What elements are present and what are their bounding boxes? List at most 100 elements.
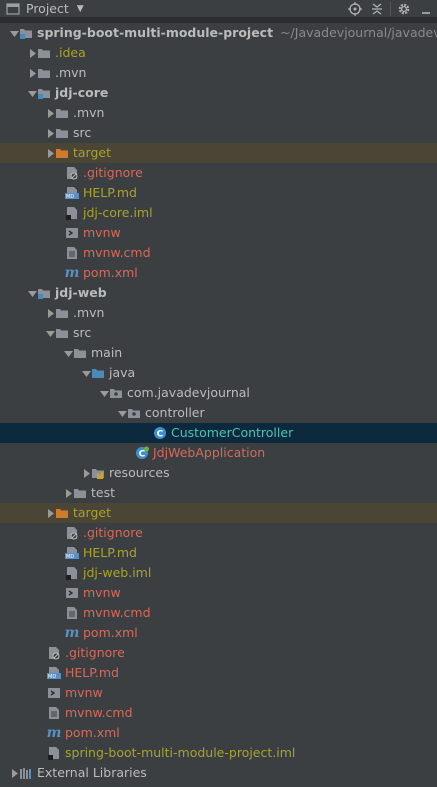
- tree-item-label: HELP.md: [65, 665, 119, 680]
- maven-icon: m: [46, 725, 62, 741]
- tree-item-label: target: [73, 505, 112, 520]
- tree-item-help-md[interactable]: MD HELP.md: [0, 183, 437, 203]
- gear-icon[interactable]: [393, 0, 415, 18]
- chevron-down-icon[interactable]: [81, 363, 91, 383]
- tree-item-mvnw[interactable]: mvnw: [0, 683, 437, 703]
- collapse-icon[interactable]: [366, 0, 388, 18]
- svg-text:MD: MD: [66, 554, 74, 560]
- chevron-right-icon[interactable]: [9, 763, 19, 783]
- maven-icon: m: [64, 625, 80, 641]
- tree-item-resources[interactable]: resources: [0, 463, 437, 483]
- hide-icon[interactable]: [415, 0, 437, 18]
- iml-file-icon: [47, 746, 61, 760]
- folder-icon: [55, 126, 69, 140]
- tree-item-label: mvnw.cmd: [83, 605, 151, 620]
- tree-item-pom-xml[interactable]: m pom.xml: [0, 263, 437, 283]
- chevron-down-icon[interactable]: [99, 383, 109, 403]
- tree-item-idea[interactable]: .idea: [0, 43, 437, 63]
- chevron-right-icon[interactable]: [81, 463, 91, 483]
- tree-item-target[interactable]: target: [0, 503, 437, 523]
- tree-item-mvn[interactable]: .mvn: [0, 103, 437, 123]
- project-icon: [6, 2, 20, 16]
- tree-item-mvnw-cmd[interactable]: mvnw.cmd: [0, 703, 437, 723]
- tree-item-external-libraries[interactable]: External Libraries: [0, 763, 437, 783]
- tree-item-help-md[interactable]: MD HELP.md: [0, 543, 437, 563]
- project-toolbar: Project ▼: [0, 0, 437, 18]
- chevron-right-icon[interactable]: [45, 303, 55, 323]
- text-file-icon: [65, 606, 79, 620]
- tree-item-gitignore[interactable]: .gitignore: [0, 523, 437, 543]
- chevron-right-icon[interactable]: [27, 43, 37, 63]
- target-icon[interactable]: [344, 0, 366, 18]
- tree-item-src[interactable]: src: [0, 323, 437, 343]
- text-file-icon: [65, 246, 79, 260]
- tree-item-mvnw[interactable]: mvnw: [0, 223, 437, 243]
- chevron-right-icon[interactable]: [27, 63, 37, 83]
- module-folder-icon: [37, 286, 51, 300]
- folder-icon: [55, 106, 69, 120]
- tree-item-label: src: [73, 125, 92, 140]
- tree-item-pom-xml[interactable]: m pom.xml: [0, 723, 437, 743]
- tree-item-label: jdj-web.iml: [83, 565, 152, 580]
- chevron-down-icon[interactable]: [9, 23, 19, 43]
- tree-item-target[interactable]: target: [0, 143, 437, 163]
- folder-icon: [73, 486, 87, 500]
- tree-item-gitignore[interactable]: .gitignore: [0, 163, 437, 183]
- tree-item-label: test: [91, 485, 116, 500]
- tree-item-test[interactable]: test: [0, 483, 437, 503]
- library-icon: [19, 766, 33, 780]
- tree-item-src[interactable]: src: [0, 123, 437, 143]
- tree-item-java[interactable]: java: [0, 363, 437, 383]
- tree-item-package[interactable]: com.javadevjournal: [0, 383, 437, 403]
- tree-item-iml[interactable]: jdj-web.iml: [0, 563, 437, 583]
- chevron-down-icon[interactable]: [117, 403, 127, 423]
- tree-item-main[interactable]: main: [0, 343, 437, 363]
- chevron-right-icon[interactable]: [45, 123, 55, 143]
- tree-item-mvn[interactable]: .mvn: [0, 303, 437, 323]
- folder-icon: [37, 66, 51, 80]
- gitignore-file-icon: [65, 166, 79, 180]
- folder-icon: [73, 346, 87, 360]
- tree-item-label: HELP.md: [83, 545, 137, 560]
- chevron-down-icon[interactable]: [27, 83, 37, 103]
- chevron-right-icon[interactable]: [63, 483, 73, 503]
- chevron-down-icon[interactable]: [63, 343, 73, 363]
- tree-item-label: .gitignore: [83, 525, 143, 540]
- tree-item-mvnw-cmd[interactable]: mvnw.cmd: [0, 243, 437, 263]
- tree-item-gitignore[interactable]: .gitignore: [0, 643, 437, 663]
- tree-item-label: .mvn: [73, 305, 105, 320]
- folder-icon: [55, 306, 69, 320]
- tree-item-label: CustomerController: [171, 425, 294, 440]
- module-folder-icon: [37, 86, 51, 100]
- tree-item-iml[interactable]: spring-boot-multi-module-project.iml: [0, 743, 437, 763]
- package-icon: [109, 386, 123, 400]
- project-path: ~/Javadevjournal/javadevjo: [280, 25, 437, 40]
- chevron-right-icon[interactable]: [45, 103, 55, 123]
- tree-item-label: JdjWebApplication: [153, 445, 266, 460]
- chevron-right-icon[interactable]: [45, 503, 55, 523]
- chevron-right-icon[interactable]: [45, 143, 55, 163]
- tree-item-controller[interactable]: controller: [0, 403, 437, 423]
- tree-item-customer-controller[interactable]: C CustomerController: [0, 423, 437, 443]
- tree-item-label: mvnw: [65, 685, 103, 700]
- class-icon: C: [153, 426, 167, 440]
- tree-item-mvnw[interactable]: mvnw: [0, 583, 437, 603]
- tree-item-root-module[interactable]: spring-boot-multi-module-project ~/Javad…: [0, 23, 437, 43]
- tree-item-label: .mvn: [73, 105, 105, 120]
- folder-orange-icon: [55, 146, 69, 160]
- tree-item-label: mvnw: [83, 225, 121, 240]
- tree-item-jdj-core[interactable]: jdj-core: [0, 83, 437, 103]
- tree-item-help-md[interactable]: MD HELP.md: [0, 663, 437, 683]
- chevron-down-icon[interactable]: [45, 323, 55, 343]
- tree-item-pom-xml[interactable]: m pom.xml: [0, 623, 437, 643]
- tree-item-jdj-web-application[interactable]: C JdjWebApplication: [0, 443, 437, 463]
- project-view-selector[interactable]: Project ▼: [0, 0, 84, 18]
- tree-item-iml[interactable]: jdj-core.iml: [0, 203, 437, 223]
- tree-item-label: resources: [109, 465, 170, 480]
- chevron-down-icon[interactable]: [27, 283, 37, 303]
- iml-file-icon: [65, 566, 79, 580]
- tree-item-mvn[interactable]: .mvn: [0, 63, 437, 83]
- tree-item-mvnw-cmd[interactable]: mvnw.cmd: [0, 603, 437, 623]
- tree-item-label: mvnw.cmd: [65, 705, 133, 720]
- tree-item-jdj-web[interactable]: jdj-web: [0, 283, 437, 303]
